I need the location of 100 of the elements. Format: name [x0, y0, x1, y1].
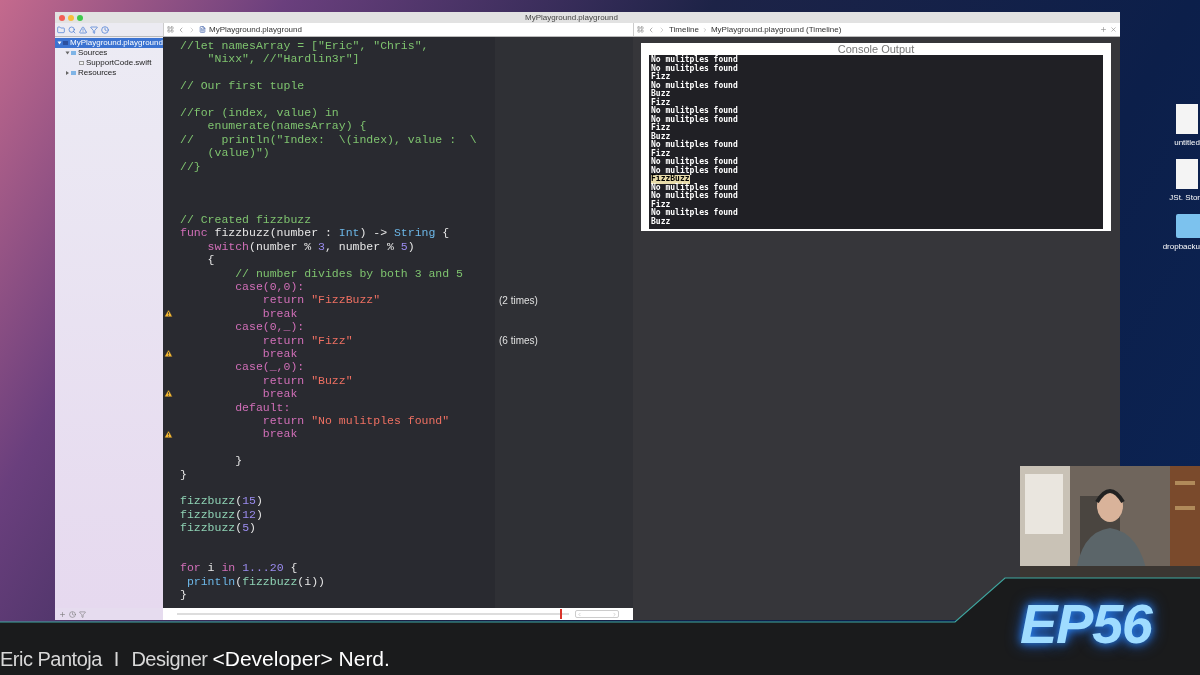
console-line: No mulitples found [651, 56, 738, 64]
jump-bar-path[interactable]: Timeline [669, 23, 699, 36]
code-line: "Nixx", //"Hardlin3r"] [206, 52, 360, 66]
close-button[interactable] [59, 14, 65, 21]
code-line: break [261, 306, 298, 321]
console-line: Buzz [651, 217, 671, 226]
code-line: (value)") [206, 146, 270, 160]
console-line: No mulitples found [651, 81, 738, 90]
close-icon[interactable] [1110, 26, 1117, 33]
navigator-item[interactable]: MyPlayground.playground [55, 38, 163, 48]
code-line: return "Buzz" [261, 373, 353, 388]
code-line: // println("Index: \(index), value : \ [180, 132, 477, 147]
warning-icon[interactable] [164, 349, 173, 359]
playground-icon [63, 41, 68, 45]
back-icon[interactable] [647, 25, 655, 34]
code-line: // Our first tuple [180, 79, 305, 93]
jump-bar-path[interactable]: MyPlayground.playground (Timeline) [710, 23, 842, 36]
separator: I [113, 647, 120, 672]
navigator-item[interactable]: Resources [55, 68, 163, 78]
disclosure-triangle-icon[interactable] [66, 71, 69, 75]
filter-icon[interactable] [90, 25, 98, 34]
code-line: case(0,0): [234, 280, 305, 294]
folder-icon [71, 71, 76, 75]
code-line: } [180, 588, 187, 602]
presenter-role: Designer [131, 647, 208, 672]
console-line: Buzz [651, 90, 671, 98]
console-line: No mulitples found [651, 141, 738, 149]
grid-icon[interactable] [167, 26, 174, 33]
code-line: default: [234, 400, 291, 414]
path-separator-icon [701, 26, 708, 33]
search-icon[interactable] [68, 25, 76, 34]
console-line: Fizz [651, 200, 671, 209]
result-count[interactable]: (2 times) [499, 292, 538, 308]
warning-icon[interactable] [164, 429, 173, 439]
filter-icon[interactable] [79, 610, 86, 618]
code-line: //for (index, value) in [180, 105, 339, 120]
code-line: return "No mulitples found" [261, 413, 450, 428]
code-line: case(0,_): [234, 320, 305, 334]
console-line: Fizz [651, 98, 671, 107]
console-line: No mulitples found [651, 166, 738, 175]
window-title: MyPlayground.playground [525, 12, 618, 23]
back-icon[interactable] [177, 25, 185, 34]
add-icon[interactable] [1100, 26, 1107, 33]
code-line: switch(number % 3, number % 5) [206, 239, 415, 254]
code-line: // number divides by both 3 and 5 [234, 266, 463, 281]
code-line: fizzbuzz(5) [180, 521, 256, 535]
folder-icon[interactable] [57, 25, 65, 34]
code-line: case(_,0): [234, 360, 305, 374]
result-count[interactable]: (6 times) [499, 332, 538, 348]
folder-icon [71, 51, 76, 55]
console-line: Fizz [651, 149, 671, 158]
grid-icon[interactable] [637, 26, 644, 33]
code-line: break [261, 347, 298, 361]
zoom-button[interactable] [77, 14, 83, 21]
playhead[interactable] [560, 609, 563, 619]
clock-icon[interactable] [101, 25, 109, 34]
episode-logo: EP56 [1020, 592, 1152, 656]
code-line: enumerate(namesArray) { [206, 119, 367, 133]
code-line: for i in 1...20 { [180, 561, 298, 575]
panel-title: Console Output [836, 43, 916, 55]
increase-icon[interactable] [612, 611, 617, 617]
forward-icon[interactable] [658, 25, 666, 34]
console-line: No mulitples found [651, 209, 738, 217]
code-line: { [206, 253, 215, 267]
presenter-name: Eric Pantoja [0, 647, 102, 672]
console-line: No mulitples found [651, 107, 738, 115]
disclosure-triangle-icon[interactable] [65, 51, 70, 55]
code-line: break [261, 387, 298, 401]
warning-icon[interactable] [164, 309, 173, 318]
code-line: return "Fizz" [261, 333, 353, 347]
tagline: <Developer> Nerd. [212, 646, 390, 672]
code-line: return "FizzBuzz" [261, 293, 381, 307]
file-icon [79, 61, 84, 65]
duration-stepper[interactable] [575, 610, 619, 618]
code-line: //let namesArray = ["Eric", "Chris", [180, 39, 429, 53]
file-label: JSt. Stor [1169, 193, 1200, 202]
add-icon[interactable] [59, 610, 66, 618]
console-line: No mulitples found [651, 158, 738, 166]
code-line: fizzbuzz(12) [180, 507, 263, 522]
code-line: fizzbuzz(15) [180, 494, 263, 508]
code-line: //} [180, 159, 201, 173]
decrease-icon[interactable] [577, 611, 582, 617]
console-line: No mulitples found [651, 192, 738, 200]
console-line: Fizz [651, 124, 671, 132]
forward-icon[interactable] [188, 25, 196, 34]
clock-icon[interactable] [69, 610, 76, 618]
code-line: break [261, 427, 298, 441]
warning-icon[interactable] [164, 389, 173, 399]
file-label: dropbacku [1162, 242, 1200, 251]
console-line: Buzz [651, 132, 671, 141]
minimize-button[interactable] [68, 14, 74, 21]
navigator-item[interactable]: Sources [55, 48, 163, 58]
code-line: // Created fizzbuzz [180, 213, 312, 227]
console-line: Fizz [651, 73, 671, 81]
jump-bar-path[interactable]: MyPlayground.playground [209, 23, 302, 36]
code-line: println(fizzbuzz(i)) [185, 574, 325, 589]
navigator-item[interactable]: SupportCode.swift [55, 58, 163, 68]
code-line: func fizzbuzz(number : Int) -> String { [180, 226, 450, 240]
code-line: } [180, 467, 187, 481]
console-line: No mulitples found [651, 183, 738, 192]
